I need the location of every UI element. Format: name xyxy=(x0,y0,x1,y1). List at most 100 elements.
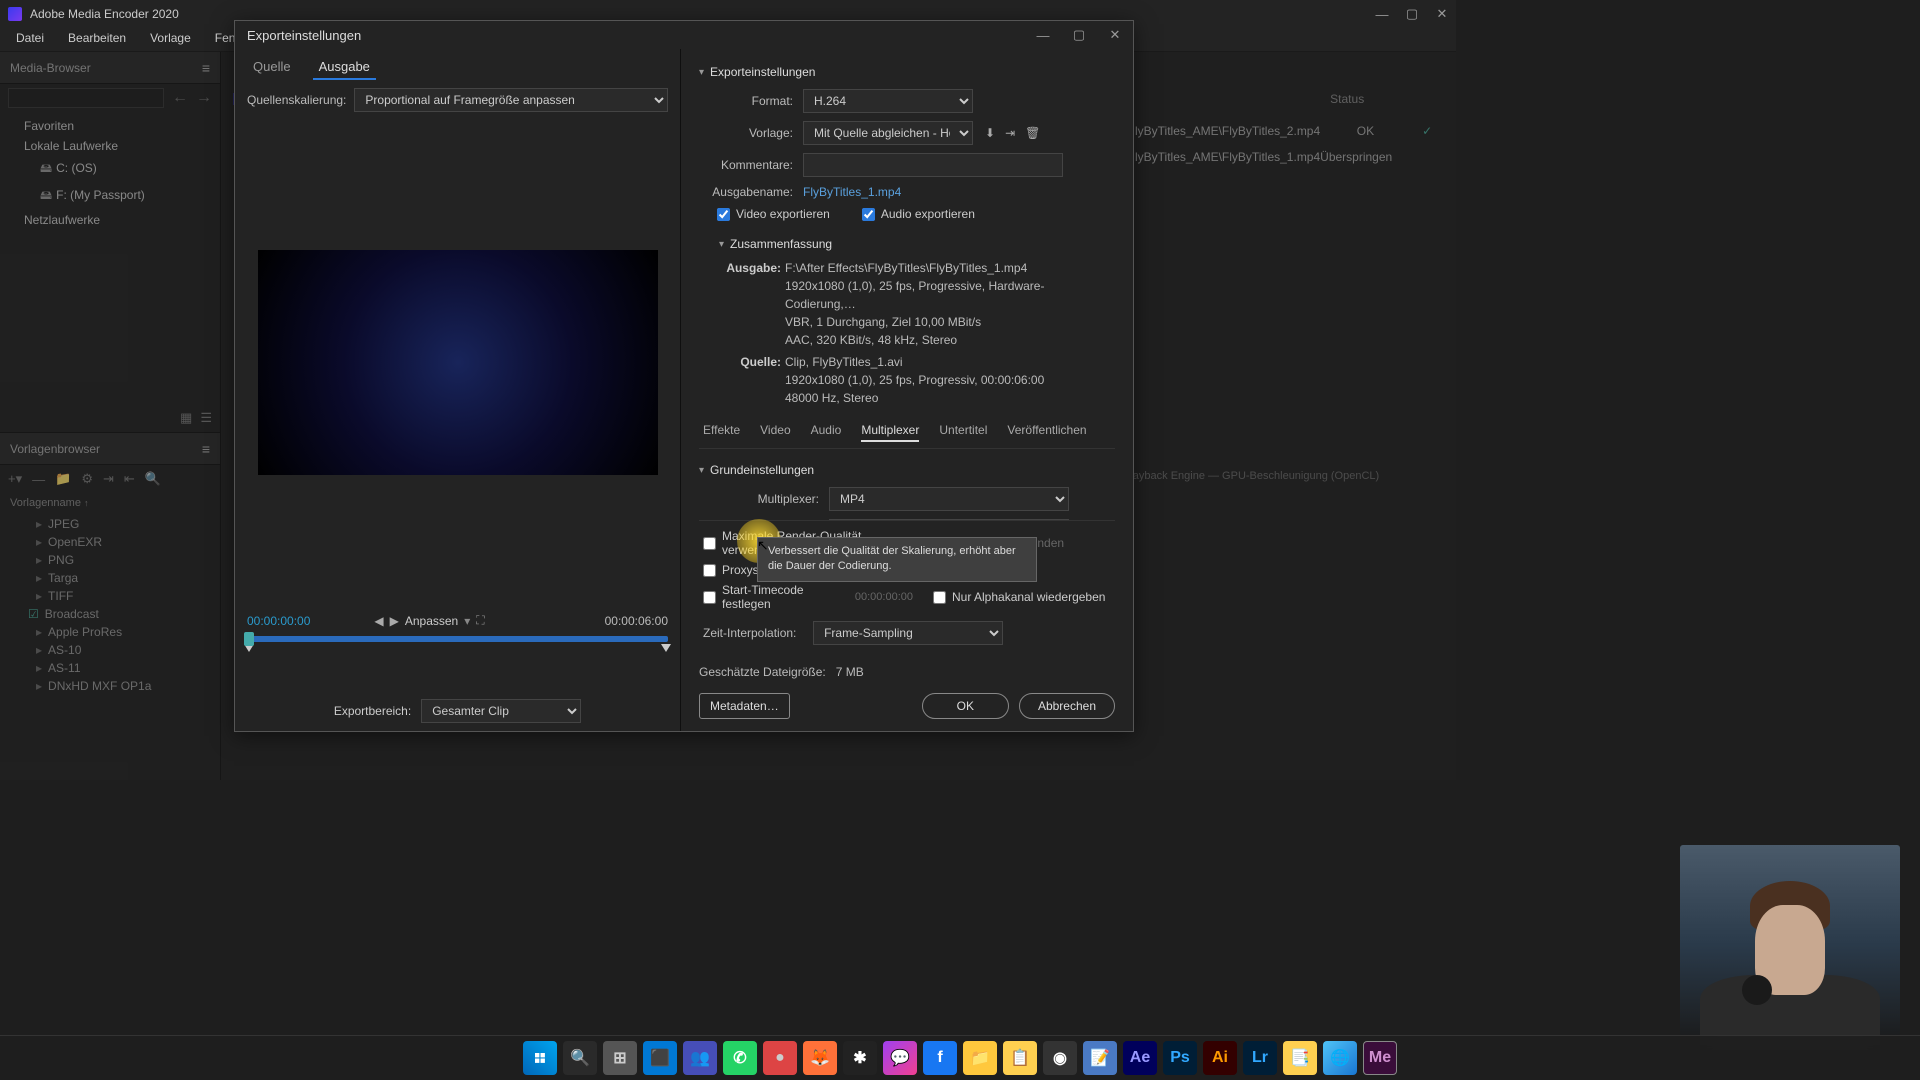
preset-broadcast[interactable]: ☑Broadcast xyxy=(0,605,220,623)
scale-select[interactable]: Proportional auf Framegröße anpassen xyxy=(354,88,668,112)
messenger-icon[interactable]: 💬 xyxy=(883,1041,917,1075)
cancel-button[interactable]: Abbrechen xyxy=(1019,693,1115,719)
preset-search-icon[interactable]: 🔍 xyxy=(145,471,161,487)
nav-back-icon[interactable]: ← xyxy=(172,89,188,107)
photoshop-icon[interactable]: Ps xyxy=(1163,1041,1197,1075)
subtab-captions[interactable]: Untertitel xyxy=(939,423,987,442)
whatsapp-icon[interactable]: ✆ xyxy=(723,1041,757,1075)
preset-tiff[interactable]: ▸TIFF xyxy=(0,587,220,605)
tab-output[interactable]: Ausgabe xyxy=(313,55,376,80)
queue-item-1[interactable]: lyByTitles_AME\FlyByTitles_2.mp4 OK ✓ xyxy=(1123,118,1444,144)
ok-button[interactable]: OK xyxy=(922,693,1009,719)
taskbar-icon[interactable]: ✱ xyxy=(843,1041,877,1075)
preset-column-header[interactable]: Vorlagenname xyxy=(10,497,81,509)
menu-file[interactable]: Datei xyxy=(6,28,54,51)
preset-import-icon[interactable]: ⇥ xyxy=(103,471,114,487)
import-preset-icon[interactable]: ⇥ xyxy=(1005,126,1015,140)
media-encoder-icon[interactable]: Me xyxy=(1363,1041,1397,1075)
taskbar[interactable]: 🔍 ⊞ ⬛ 👥 ✆ ● 🦊 ✱ 💬 f 📁 📋 ◉ 📝 Ae Ps Ai Lr … xyxy=(0,1035,1920,1080)
delete-preset-icon[interactable]: 🗑 xyxy=(1025,126,1040,140)
step-back-icon[interactable]: ◀ xyxy=(374,614,383,628)
metadata-button[interactable]: Metadaten… xyxy=(699,693,790,719)
menu-edit[interactable]: Bearbeiten xyxy=(58,28,136,51)
preset-dnxhd[interactable]: ▸DNxHD MXF OP1a xyxy=(0,677,220,695)
aspect-lock-icon[interactable]: ⛶ xyxy=(476,613,484,628)
lightroom-icon[interactable]: Lr xyxy=(1243,1041,1277,1075)
menu-preset[interactable]: Vorlage xyxy=(140,28,201,51)
firefox-icon[interactable]: 🦊 xyxy=(803,1041,837,1075)
obs-icon[interactable]: ◉ xyxy=(1043,1041,1077,1075)
preset-export-icon[interactable]: ⇤ xyxy=(124,471,135,487)
summary-section[interactable]: ▾Zusammenfassung xyxy=(699,231,1115,257)
task-view-icon[interactable]: ⊞ xyxy=(603,1041,637,1075)
preset-targa[interactable]: ▸Targa xyxy=(0,569,220,587)
alpha-checkbox[interactable] xyxy=(933,591,946,604)
export-audio-checkbox[interactable] xyxy=(862,208,875,221)
delete-preset-icon[interactable]: — xyxy=(32,472,45,487)
timecode-current[interactable]: 00:00:00:00 xyxy=(247,614,310,628)
teams-icon[interactable]: 👥 xyxy=(683,1041,717,1075)
basic-settings-section[interactable]: ▾Grundeinstellungen xyxy=(699,457,1115,483)
tab-source[interactable]: Quelle xyxy=(247,55,297,80)
thumbnail-view-icon[interactable]: ▦ xyxy=(180,410,192,426)
format-select[interactable]: H.264 xyxy=(803,89,973,113)
drive-f[interactable]: 🖴F: (My Passport) xyxy=(0,183,220,210)
facebook-icon[interactable]: f xyxy=(923,1041,957,1075)
dialog-maximize-icon[interactable]: ▢ xyxy=(1073,29,1085,41)
preset-select[interactable]: Mit Quelle abgleichen - Hohe B… xyxy=(803,121,973,145)
subtab-multiplexer[interactable]: Multiplexer xyxy=(861,423,919,442)
dialog-close-icon[interactable]: ✕ xyxy=(1109,29,1121,41)
local-drives-node[interactable]: Lokale Laufwerke xyxy=(0,136,220,156)
after-effects-icon[interactable]: Ae xyxy=(1123,1041,1157,1075)
drive-c[interactable]: 🖴C: (OS) xyxy=(0,156,220,183)
search-input[interactable] xyxy=(8,88,164,108)
preset-openexr[interactable]: ▸OpenEXR xyxy=(0,533,220,551)
preset-jpeg[interactable]: ▸JPEG xyxy=(0,515,220,533)
save-preset-icon[interactable]: ⬇ xyxy=(985,126,995,140)
comments-input[interactable] xyxy=(803,153,1063,177)
preset-png[interactable]: ▸PNG xyxy=(0,551,220,569)
preset-as10[interactable]: ▸AS-10 xyxy=(0,641,220,659)
max-quality-checkbox[interactable] xyxy=(703,537,716,550)
list-view-icon[interactable]: ☰ xyxy=(200,410,212,426)
taskbar-icon[interactable]: ⬛ xyxy=(643,1041,677,1075)
taskbar-icon[interactable]: ● xyxy=(763,1041,797,1075)
add-preset-icon[interactable]: +▾ xyxy=(8,471,22,487)
timeline-track[interactable] xyxy=(247,636,668,642)
proxies-checkbox[interactable] xyxy=(703,564,716,577)
panel-menu-icon[interactable]: ≡ xyxy=(202,60,210,76)
fit-label[interactable]: Anpassen xyxy=(405,614,458,628)
search-icon[interactable]: 🔍 xyxy=(563,1041,597,1075)
preset-as11[interactable]: ▸AS-11 xyxy=(0,659,220,677)
queue-item-2[interactable]: lyByTitles_AME\FlyByTitles_1.mp4 Überspr… xyxy=(1123,144,1444,170)
panel-menu-icon[interactable]: ≡ xyxy=(202,441,210,457)
subtab-effects[interactable]: Effekte xyxy=(703,423,740,442)
export-range-select[interactable]: Gesamter Clip xyxy=(421,699,581,723)
taskbar-icon[interactable]: 📑 xyxy=(1283,1041,1317,1075)
start-button[interactable] xyxy=(523,1041,557,1075)
taskbar-icon[interactable]: 📝 xyxy=(1083,1041,1117,1075)
nav-forward-icon[interactable]: → xyxy=(196,89,212,107)
preset-folder-icon[interactable]: 📁 xyxy=(55,471,71,487)
outname-link[interactable]: FlyByTitles_1.mp4 xyxy=(803,185,901,199)
network-drives-node[interactable]: Netzlaufwerke xyxy=(0,210,220,230)
minimize-icon[interactable]: — xyxy=(1376,8,1388,20)
favorites-node[interactable]: Favoriten xyxy=(0,116,220,136)
maximize-icon[interactable]: ▢ xyxy=(1406,8,1418,20)
export-settings-dialog[interactable]: Exporteinstellungen — ▢ ✕ Quelle Ausgabe… xyxy=(234,20,1134,732)
dialog-minimize-icon[interactable]: — xyxy=(1037,29,1049,41)
mux-select[interactable]: MP4 xyxy=(829,487,1069,511)
preset-prores[interactable]: ▸Apple ProRes xyxy=(0,623,220,641)
explorer-icon[interactable]: 📁 xyxy=(963,1041,997,1075)
play-icon[interactable]: ▶ xyxy=(390,614,399,628)
export-video-checkbox[interactable] xyxy=(717,208,730,221)
export-settings-section[interactable]: ▾Exporteinstellungen xyxy=(699,59,1115,85)
interp-select[interactable]: Frame-Sampling xyxy=(813,621,1003,645)
subtab-video[interactable]: Video xyxy=(760,423,790,442)
taskbar-icon[interactable]: 📋 xyxy=(1003,1041,1037,1075)
fit-chevron-icon[interactable]: ▾ xyxy=(464,614,470,628)
taskbar-icon[interactable]: 🌐 xyxy=(1323,1041,1357,1075)
close-icon[interactable]: ✕ xyxy=(1436,8,1448,20)
start-tc-checkbox[interactable] xyxy=(703,591,716,604)
playhead[interactable] xyxy=(244,632,254,646)
